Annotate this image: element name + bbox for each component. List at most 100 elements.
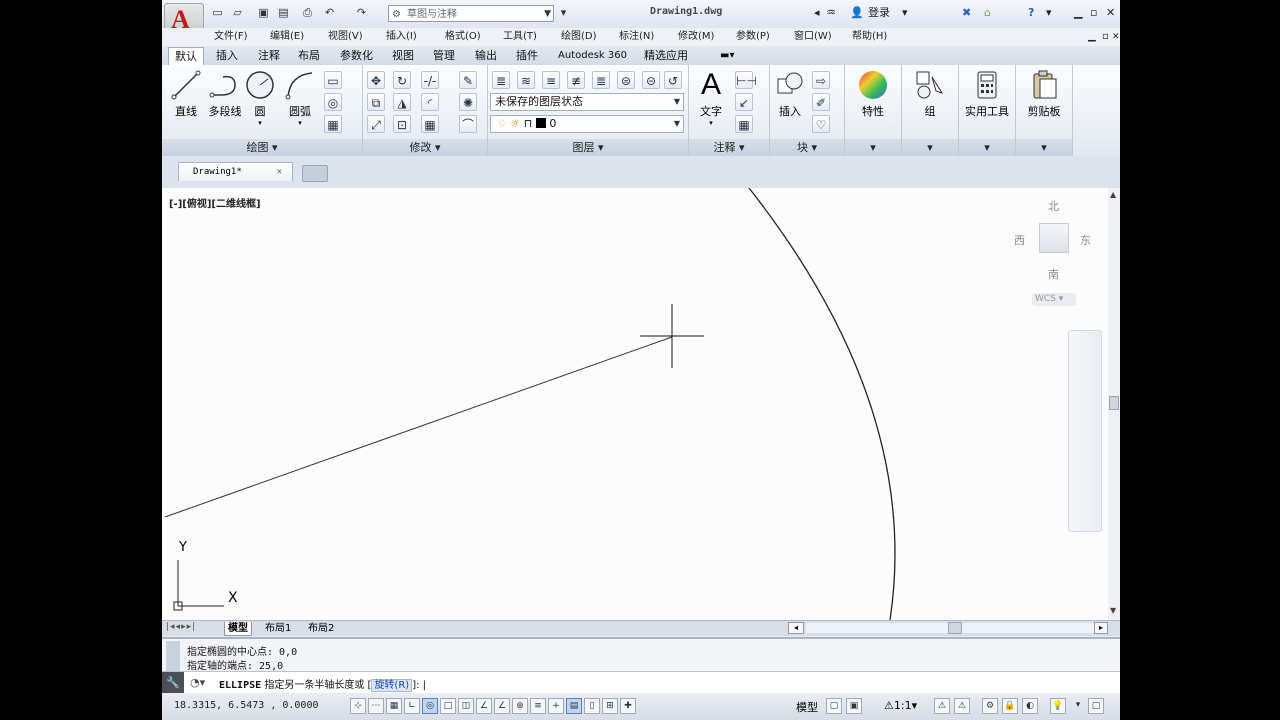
panel-properties-expander[interactable]: ▾ xyxy=(845,139,901,156)
scroll-left-icon[interactable]: ◂ xyxy=(788,622,804,634)
dynamic-input-icon[interactable]: ⊕ xyxy=(512,698,528,714)
layer-match-icon[interactable]: ⊜ xyxy=(617,71,635,89)
rotate-icon[interactable]: ↻ xyxy=(393,71,411,89)
vertical-scrollbar[interactable]: ▲ ▼ xyxy=(1108,188,1120,620)
panel-groups-expander[interactable]: ▾ xyxy=(902,139,958,156)
hardware-acceleration-icon[interactable]: ◐ xyxy=(1022,698,1038,714)
layer-freeze-icon[interactable]: ≢ xyxy=(567,71,585,89)
panel-annotation-title[interactable]: 注释 ▾ xyxy=(689,139,769,156)
layer-state-combo[interactable]: 未保存的图层状态 ▼ xyxy=(490,93,684,111)
trim-icon[interactable]: -/- xyxy=(421,71,439,89)
steering-wheel-icon[interactable]: ✚ xyxy=(620,698,636,714)
open-file-icon[interactable]: ▱ xyxy=(230,6,245,20)
layer-combo[interactable]: ♢ ☼ ⊓ 0 ▼ xyxy=(490,115,684,133)
redo-icon[interactable]: ↷ xyxy=(354,6,369,20)
quick-properties-icon[interactable]: ▤ xyxy=(566,698,582,714)
new-file-icon[interactable]: ▭ xyxy=(210,6,225,20)
tab-layout[interactable]: 布局 xyxy=(292,47,326,64)
offset-icon[interactable]: ⌒ xyxy=(459,115,477,133)
menu-dimension[interactable]: 标注(N) xyxy=(619,29,654,45)
move-icon[interactable]: ✥ xyxy=(367,71,385,89)
command-line[interactable]: 🔧 ◔▾ ELLIPSE 指定另一条半轴长度或 [旋转(R)]: | xyxy=(162,671,1120,695)
arc-tool-button[interactable]: 圆弧 ▾ xyxy=(280,69,320,127)
menu-parametric[interactable]: 参数(P) xyxy=(736,29,770,45)
menu-view[interactable]: 视图(V) xyxy=(328,29,363,45)
auto-scale-icon[interactable]: ⚠ xyxy=(954,698,970,714)
text-dropdown-icon[interactable]: ▾ xyxy=(691,119,731,127)
ellipse-icon[interactable]: ◎ xyxy=(324,93,342,111)
layout-nav-arrows-icon[interactable]: |◂◂▸▸| xyxy=(166,622,196,632)
horizontal-scroll-thumb[interactable] xyxy=(948,622,962,634)
menu-window[interactable]: 窗口(W) xyxy=(794,29,832,45)
quick-view-layouts-icon[interactable]: ▢ xyxy=(826,698,842,714)
edit-block-icon[interactable]: ✐ xyxy=(812,93,830,111)
tab-layout2[interactable]: 布局2 xyxy=(305,622,337,635)
lineweight-icon[interactable]: ≡ xyxy=(530,698,546,714)
doc-restore-button[interactable]: ▫ xyxy=(1102,29,1109,45)
viewcube-south[interactable]: 南 xyxy=(1048,266,1059,282)
scroll-up-icon[interactable]: ▲ xyxy=(1110,190,1116,199)
menu-insert[interactable]: 插入(I) xyxy=(386,29,417,45)
tab-model[interactable]: 模型 xyxy=(224,622,252,636)
menu-tools[interactable]: 工具(T) xyxy=(503,29,537,45)
print-icon[interactable]: ⎙ xyxy=(300,6,315,20)
panel-utilities-expander[interactable]: ▾ xyxy=(959,139,1015,156)
copy-icon[interactable]: ⧉ xyxy=(367,93,385,111)
workspace-gear-icon[interactable]: ⚙ xyxy=(982,698,998,714)
help-icon[interactable]: ? xyxy=(1028,5,1034,21)
help-dropdown-icon[interactable]: ▾ xyxy=(1046,5,1052,21)
menu-draw[interactable]: 绘图(D) xyxy=(561,29,597,45)
rotation-option[interactable]: 旋转(R) xyxy=(371,679,413,692)
menu-help[interactable]: 帮助(H) xyxy=(852,29,887,45)
layer-off-icon[interactable]: ≡ xyxy=(542,71,560,89)
quick-access-dropdown-icon[interactable]: ▾ xyxy=(556,6,571,20)
layer-previous-icon[interactable]: ↺ xyxy=(664,71,682,89)
array-icon[interactable]: ▦ xyxy=(421,115,439,133)
arc-dropdown-icon[interactable]: ▾ xyxy=(280,119,320,127)
scroll-down-icon[interactable]: ▼ xyxy=(1110,606,1116,615)
dynamic-ucs-icon[interactable]: ∠ xyxy=(494,698,510,714)
object-snap-icon[interactable]: □ xyxy=(440,698,456,714)
doc-close-button[interactable]: ✕ xyxy=(1112,29,1120,45)
annotation-scale[interactable]: ⚠1:1▾ xyxy=(884,699,917,712)
status-menu-icon[interactable]: ▾ xyxy=(1070,698,1086,714)
panel-block-title[interactable]: 块 ▾ xyxy=(770,139,844,156)
tab-manage[interactable]: 管理 xyxy=(427,47,461,64)
utilities-button[interactable]: 实用工具 xyxy=(963,69,1011,119)
viewcube-top-face[interactable] xyxy=(1039,223,1069,253)
annotation-monitor-icon[interactable]: ⊞ xyxy=(602,698,618,714)
autodesk-360-icon[interactable]: ⌂ xyxy=(984,5,991,21)
clipboard-button[interactable]: 剪贴板 xyxy=(1020,69,1068,119)
login-link[interactable]: 登录 xyxy=(868,5,890,21)
tab-parametric[interactable]: 参数化 xyxy=(334,47,379,64)
viewcube-west[interactable]: 西 xyxy=(1014,232,1025,248)
infer-constraints-icon[interactable]: ⊹ xyxy=(350,698,366,714)
layer-properties-icon[interactable]: ≣ xyxy=(492,71,510,89)
maximize-button[interactable]: ▫ xyxy=(1090,5,1097,21)
search-icon[interactable]: ◂ xyxy=(814,5,820,21)
layer-isolate-icon[interactable]: ≋ xyxy=(517,71,535,89)
new-tab-button[interactable] xyxy=(302,165,328,182)
isolate-objects-icon[interactable]: 💡 xyxy=(1050,698,1066,714)
panel-layers-title[interactable]: 图层 ▾ xyxy=(488,139,688,156)
line-tool-button[interactable]: 直线 xyxy=(166,69,206,119)
close-button[interactable]: ✕ xyxy=(1106,5,1115,21)
menu-modify[interactable]: 修改(M) xyxy=(678,29,714,45)
minimize-button[interactable]: ▁ xyxy=(1074,5,1082,21)
object-snap-tracking-icon[interactable]: ∠ xyxy=(476,698,492,714)
table-icon[interactable]: ▦ xyxy=(735,115,753,133)
leader-icon[interactable]: ↙ xyxy=(735,93,753,111)
erase-icon[interactable]: ✎ xyxy=(459,71,477,89)
transparency-icon[interactable]: + xyxy=(548,698,564,714)
save-icon[interactable]: ▣ xyxy=(256,6,271,20)
annotation-visibility-icon[interactable]: ⚠ xyxy=(934,698,950,714)
stretch-icon[interactable]: ⤢ xyxy=(367,115,385,133)
model-space-button[interactable]: 模型 xyxy=(796,699,818,715)
panel-draw-title[interactable]: 绘图 ▾ xyxy=(162,139,362,156)
close-tab-icon[interactable]: ✕ xyxy=(277,163,282,182)
navigation-bar[interactable] xyxy=(1068,330,1102,532)
save-as-icon[interactable]: ▤ xyxy=(276,6,291,20)
exchange-icon[interactable]: ✖ xyxy=(962,5,971,21)
layer-lock-icon[interactable]: ≣ xyxy=(592,71,610,89)
selection-cycling-icon[interactable]: ▯ xyxy=(584,698,600,714)
